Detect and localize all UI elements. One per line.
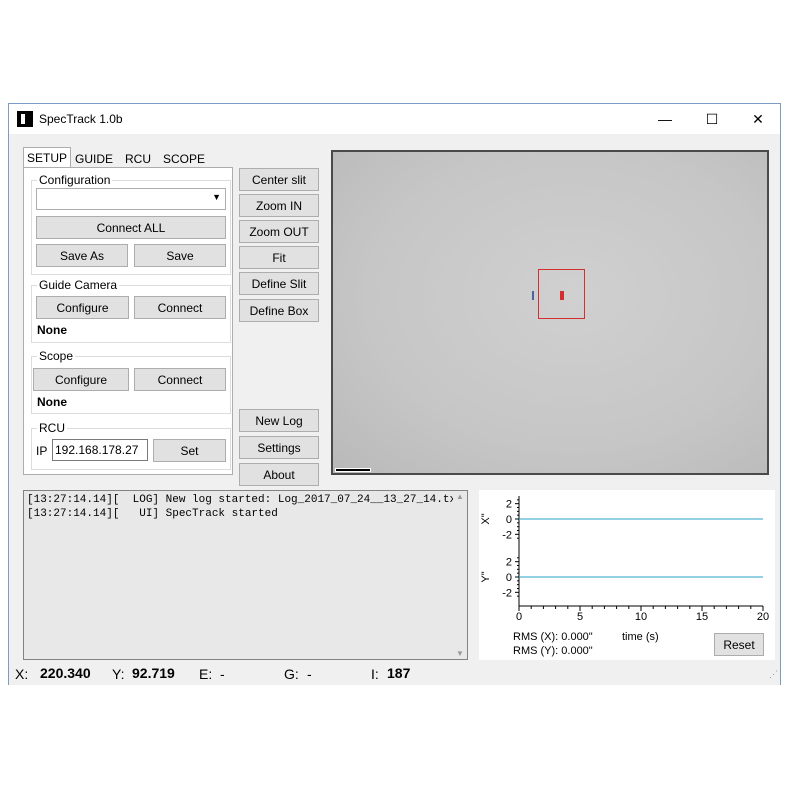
scale-bar (335, 468, 371, 472)
about-button[interactable]: About (239, 463, 319, 486)
status-i-label: I: (371, 666, 379, 682)
resize-grip-icon[interactable]: ⋰ (769, 669, 778, 680)
x-tick-label: 20 (757, 611, 769, 623)
y-tick-label: 2 (506, 557, 512, 569)
scope-connect-button[interactable]: Connect (134, 368, 226, 391)
tab-setup[interactable]: SETUP (23, 147, 71, 168)
tab-rcu[interactable]: RCU (117, 149, 159, 168)
status-g-label: G: (284, 666, 299, 682)
x-tick-label: 0 (516, 611, 522, 623)
define-slit-button[interactable]: Define Slit (239, 272, 319, 295)
guide-camera-connect-button[interactable]: Connect (134, 296, 226, 319)
guide-camera-status: None (37, 323, 67, 337)
rms-y-label: RMS (Y): 0.000" (513, 645, 593, 657)
log-line: [13:27:14.14][ LOG] New log started: Log… (27, 494, 463, 506)
app-window: SpecTrack 1.0b — ☐ ✕ SETUP GUIDE RCU SCO… (8, 103, 781, 685)
app-icon (17, 111, 33, 127)
y-tick-label: -2 (502, 529, 512, 541)
scope-status: None (37, 395, 67, 409)
rcu-label: RCU (37, 421, 67, 435)
status-y-value: 92.719 (132, 665, 175, 681)
slit-marker (532, 291, 534, 300)
rms-x-label: RMS (X): 0.000" (513, 631, 593, 643)
save-as-button[interactable]: Save As (36, 244, 128, 267)
log-scrollbar[interactable]: ▲ ▼ (453, 491, 467, 659)
status-g-value: - (307, 666, 312, 682)
reset-button[interactable]: Reset (714, 633, 764, 656)
zoom-out-button[interactable]: Zoom OUT (239, 220, 319, 243)
star-marker (560, 291, 564, 300)
close-button[interactable]: ✕ (735, 104, 781, 134)
status-i-value: 187 (387, 665, 411, 681)
log-line: [13:27:14.14][ UI] SpecTrack started (27, 508, 278, 520)
x-axis-label: time (s) (622, 631, 659, 643)
maximize-button[interactable]: ☐ (689, 104, 735, 134)
status-bar: X: 220.340 Y: 92.719 E: - G: - I: 187 ⋰ (9, 661, 780, 685)
camera-image-view[interactable] (331, 150, 769, 475)
y-tick-label: 0 (506, 514, 512, 526)
new-log-button[interactable]: New Log (239, 409, 319, 432)
status-e-value: - (220, 666, 225, 682)
guide-camera-configure-button[interactable]: Configure (36, 296, 129, 319)
camera-image (333, 152, 767, 473)
guide-box[interactable] (538, 269, 585, 319)
connect-all-button[interactable]: Connect ALL (36, 216, 226, 239)
ip-input[interactable] (52, 439, 148, 461)
rcu-set-button[interactable]: Set (153, 439, 226, 462)
status-x-label: X: (15, 666, 29, 682)
center-slit-button[interactable]: Center slit (239, 168, 319, 191)
setup-panel: Configuration ▼ Connect ALL Save As Save… (23, 167, 233, 475)
guide-camera-label: Guide Camera (37, 278, 120, 292)
y-tick-label: 2 (506, 499, 512, 511)
tracking-chart-panel: 2 0 -2 X" 2 0 -2 Y" 0 5 10 15 20 RMS (X): 0.000" RMS… (479, 490, 775, 660)
fit-button[interactable]: Fit (239, 246, 319, 269)
log-panel[interactable]: [13:27:14.14][ LOG] New log started: Log… (23, 490, 468, 660)
status-e-label: E: (199, 666, 213, 682)
x-tick-label: 15 (696, 611, 708, 623)
scope-configure-button[interactable]: Configure (33, 368, 129, 391)
series-name: X" (480, 513, 492, 524)
y-tick-label: -2 (502, 587, 512, 599)
y-tick-label: 0 (506, 572, 512, 584)
minimize-button[interactable]: — (642, 104, 688, 134)
title-bar[interactable]: SpecTrack 1.0b — ☐ ✕ (9, 104, 780, 134)
settings-button[interactable]: Settings (239, 436, 319, 459)
x-tick-label: 10 (635, 611, 647, 623)
scroll-up-icon[interactable]: ▲ (456, 492, 464, 501)
zoom-in-button[interactable]: Zoom IN (239, 194, 319, 217)
x-tick-label: 5 (577, 611, 583, 623)
scroll-down-icon[interactable]: ▼ (456, 649, 464, 658)
define-box-button[interactable]: Define Box (239, 299, 319, 322)
configuration-dropdown[interactable]: ▼ (36, 188, 226, 210)
tab-guide[interactable]: GUIDE (73, 149, 115, 168)
ip-label: IP (36, 444, 48, 458)
chevron-down-icon: ▼ (212, 192, 221, 202)
tab-scope[interactable]: SCOPE (161, 149, 207, 168)
series-name: Y" (480, 571, 492, 582)
status-y-label: Y: (112, 666, 125, 682)
window-title: SpecTrack 1.0b (39, 112, 123, 126)
save-button[interactable]: Save (134, 244, 226, 267)
status-x-value: 220.340 (40, 665, 91, 681)
scope-label: Scope (37, 349, 76, 363)
configuration-label: Configuration (37, 173, 113, 187)
